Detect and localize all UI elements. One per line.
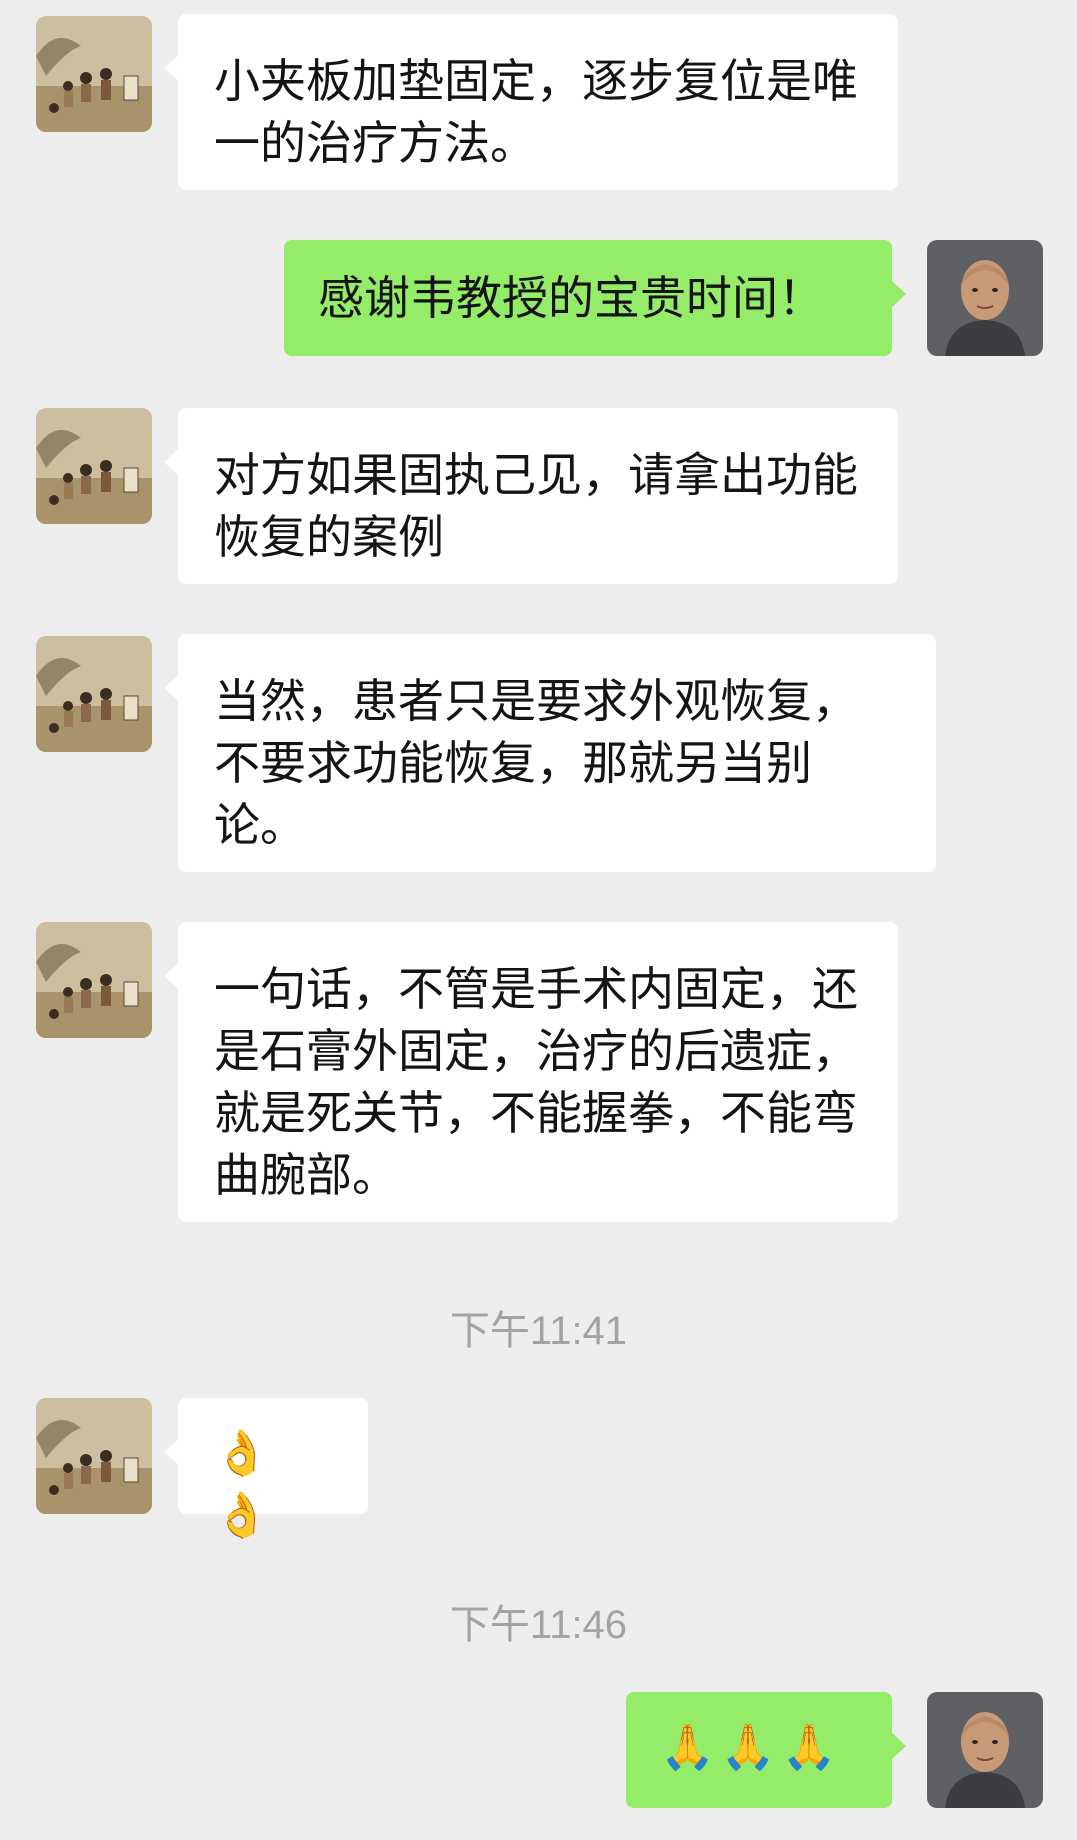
timestamp: 下午11:41 <box>449 1309 628 1353</box>
contact-avatar[interactable] <box>36 16 152 132</box>
message-text: 感谢韦教授的宝贵时间！ <box>318 271 824 325</box>
painting-avatar-icon <box>36 408 152 524</box>
message-text: 一句话，不管是手术内固定，还是石膏外固定，治疗的后遗症，就是死关节，不能握拳，不… <box>214 962 858 1202</box>
self-avatar[interactable] <box>927 240 1043 356</box>
message-bubble-2[interactable]: 感谢韦教授的宝贵时间！ <box>284 240 906 356</box>
message-bubble-6[interactable]: 👌👌 <box>164 1398 368 1541</box>
contact-avatar[interactable] <box>36 1398 152 1514</box>
painting-avatar-icon <box>36 1398 152 1514</box>
message-bubble-4[interactable]: 当然，患者只是要求外观恢复，不要求功能恢复，那就另当别论。 <box>164 634 936 872</box>
message-text: 当然，患者只是要求外观恢复，不要求功能恢复，那就另当别论。 <box>214 674 858 852</box>
message-text: 小夹板加垫固定，逐步复位是唯一的治疗方法。 <box>214 54 858 170</box>
painting-avatar-icon <box>36 636 152 752</box>
message-bubble-7[interactable]: 🙏🙏🙏 <box>626 1692 906 1808</box>
message-bubble-1[interactable]: 小夹板加垫固定，逐步复位是唯一的治疗方法。 <box>164 14 898 190</box>
man-portrait-avatar-icon <box>927 240 1043 356</box>
message-text: 👌👌 <box>214 1428 275 1541</box>
message-text: 🙏🙏🙏 <box>660 1722 843 1773</box>
chat-window: 小夹板加垫固定，逐步复位是唯一的治疗方法。 感谢韦教授的宝贵时间！ 对方如果固执… <box>0 0 1077 1840</box>
message-text: 对方如果固执己见，请拿出功能恢复的案例 <box>214 448 858 564</box>
message-bubble-5[interactable]: 一句话，不管是手术内固定，还是石膏外固定，治疗的后遗症，就是死关节，不能握拳，不… <box>164 922 898 1222</box>
painting-avatar-icon <box>36 16 152 132</box>
man-portrait-avatar-icon <box>927 1692 1043 1808</box>
contact-avatar[interactable] <box>36 408 152 524</box>
contact-avatar[interactable] <box>36 922 152 1038</box>
contact-avatar[interactable] <box>36 636 152 752</box>
message-bubble-3[interactable]: 对方如果固执己见，请拿出功能恢复的案例 <box>164 408 898 584</box>
self-avatar[interactable] <box>927 1692 1043 1808</box>
painting-avatar-icon <box>36 922 152 1038</box>
timestamp: 下午11:46 <box>449 1603 628 1647</box>
